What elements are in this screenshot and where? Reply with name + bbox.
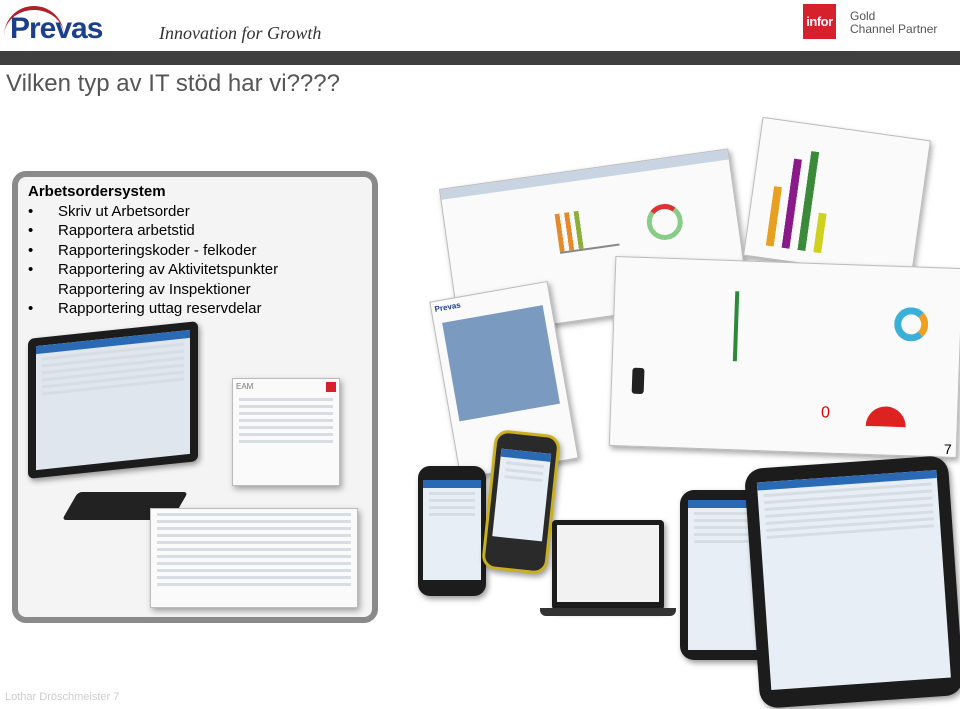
list-item: Rapportera arbetstid <box>28 221 278 241</box>
list-item: Rapporteringskoder - felkoder <box>28 241 278 261</box>
rugged-phone-image <box>480 428 562 576</box>
partner-line2: Channel Partner <box>850 22 938 36</box>
brand-tagline: Innovation for Growth <box>159 23 322 43</box>
list-item: Rapportering av Inspektioner <box>58 280 251 298</box>
laptop-image <box>552 520 664 610</box>
kpi-dashboard-screenshot: 0 <box>608 255 960 459</box>
list-item: Rapportering av Aktivitetspunkter <box>28 260 278 280</box>
partner-label: Gold Channel Partner <box>850 10 937 36</box>
cost-chart-screenshot <box>743 116 931 280</box>
desktop-monitor-image <box>28 321 198 479</box>
laptop-base <box>540 608 676 616</box>
box-text: Arbetsordersystem Skriv ut Arbetsorder R… <box>28 182 278 319</box>
header-bar <box>0 51 960 65</box>
footer-text: Lothar Dröschmeister 7 <box>5 691 120 703</box>
list-item: Rapportering uttag reservdelar <box>28 299 278 319</box>
brand-name: Prevas <box>10 12 103 45</box>
slide-title: Vilken typ av IT stöd har vi???? <box>6 70 340 97</box>
list-item: Skriv ut Arbetsorder <box>28 202 278 222</box>
work-order-list-image <box>150 508 358 608</box>
smartphone-image <box>418 466 486 596</box>
infor-logo: infor <box>803 4 836 39</box>
box-heading: Arbetsordersystem <box>28 183 166 200</box>
prevas-logo: Prevas Innovation for Growth <box>4 6 334 45</box>
tablet-large-image <box>743 455 960 709</box>
page-number: 7 <box>944 441 952 457</box>
work-order-print-image: EAM <box>232 378 340 486</box>
